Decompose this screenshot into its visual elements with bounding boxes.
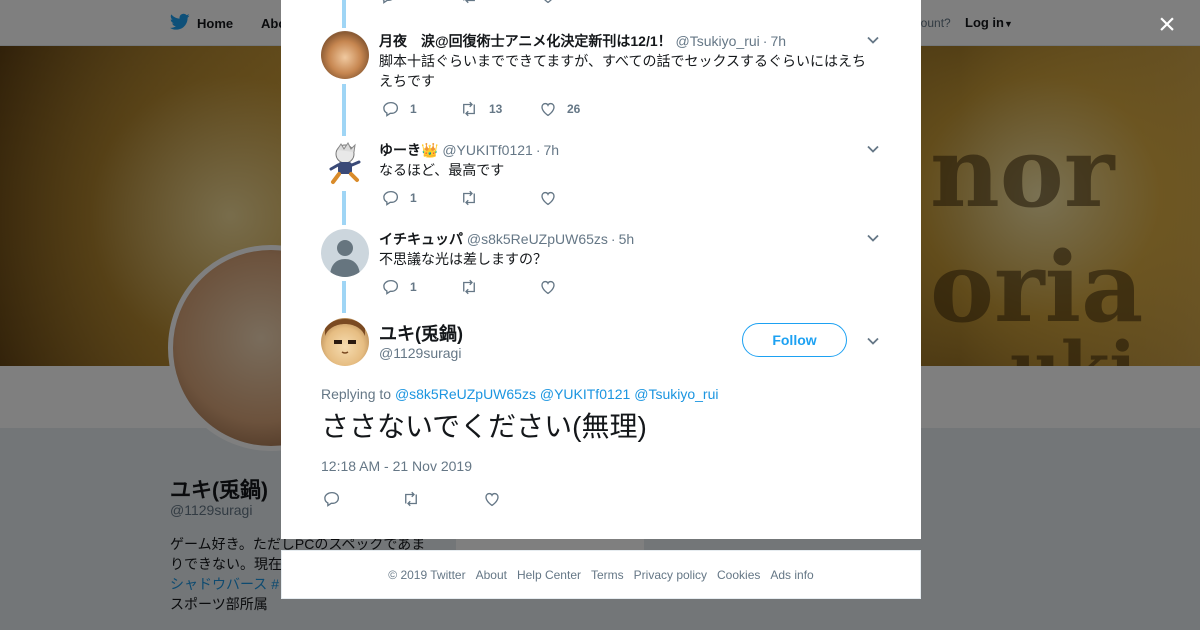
tweet-author-name[interactable]: ゆーき <box>379 142 421 158</box>
avatar[interactable] <box>321 318 369 366</box>
mention-link[interactable]: @s8k5ReUZpUW65zs <box>395 386 536 402</box>
main-tweet-timestamp[interactable]: 12:18 AM - 21 Nov 2019 <box>321 458 472 474</box>
tweet-actions: 1 13 26 <box>379 99 679 119</box>
heart-icon <box>541 191 555 206</box>
retweet-icon <box>463 101 475 117</box>
retweet-count: 13 <box>489 102 503 116</box>
retweet-button[interactable] <box>459 188 479 208</box>
separator-dot: · <box>762 33 768 49</box>
tweet-time[interactable]: 5h <box>619 231 635 247</box>
separator-dot: · <box>535 142 541 158</box>
heart-icon <box>544 0 552 4</box>
heart-icon <box>541 102 555 117</box>
tweet-author-handle[interactable]: @Tsukiyo_rui <box>676 33 760 49</box>
avatar[interactable] <box>321 31 369 79</box>
context-tweet[interactable]: 月夜 涙@回復術士アニメ化決定新刊は12/1！ @Tsukiyo_rui · 7h … <box>321 31 881 121</box>
tweet-header: イチキュッパ @s8k5ReUZpUW65zs · 5h <box>379 229 869 249</box>
retweet-icon <box>463 279 475 295</box>
reply-button[interactable]: 1 <box>382 99 417 119</box>
tweet-author-name[interactable]: イチキュッパ <box>379 231 463 247</box>
reply-button[interactable] <box>379 0 397 6</box>
heart-icon <box>485 492 499 507</box>
like-count: 26 <box>567 102 581 116</box>
tweet-header: ゆーき👑 @YUKITf0121 · 7h <box>379 140 869 160</box>
close-icon[interactable]: × <box>1152 10 1182 40</box>
tweet-header: 月夜 涙@回復術士アニメ化決定新刊は12/1！ @Tsukiyo_rui · 7h <box>379 31 869 51</box>
tweet-time[interactable]: 7h <box>543 142 559 158</box>
footer-link-ads-info[interactable]: Ads info <box>770 568 813 582</box>
tweet-text: 不思議な光は差しますの？ <box>379 251 547 267</box>
like-button[interactable] <box>539 0 557 6</box>
thread-line <box>342 0 346 28</box>
reply-count: 1 <box>410 191 417 205</box>
retweet-button[interactable] <box>459 0 479 6</box>
tweet-actions-partial <box>379 0 679 6</box>
avatar-figure <box>329 142 361 184</box>
retweet-button[interactable] <box>459 277 479 297</box>
main-tweet-author-name[interactable]: ユキ(兎鍋) <box>379 320 463 346</box>
retweet-icon <box>463 0 475 4</box>
modal-footer: © 2019 Twitter About Help Center Terms P… <box>281 550 921 599</box>
main-tweet-actions <box>323 489 623 509</box>
tweet-actions: 1 <box>379 277 679 297</box>
retweet-button[interactable]: 13 <box>459 99 502 119</box>
follow-button[interactable]: Follow <box>742 323 847 357</box>
replying-to: Replying to @s8k5ReUZpUW65zs @YUKITf0121… <box>321 386 718 402</box>
avatar[interactable] <box>321 140 369 188</box>
context-tweet[interactable]: ゆーき👑 @YUKITf0121 · 7h なるほど、最高です 1 <box>321 140 881 210</box>
footer-link-cookies[interactable]: Cookies <box>717 568 760 582</box>
reply-icon <box>383 101 399 117</box>
reply-count: 1 <box>410 280 417 294</box>
reply-button[interactable] <box>323 489 341 509</box>
main-tweet-text: ささないでください(無理) <box>321 411 647 442</box>
heart-icon <box>541 280 555 295</box>
retweet-icon <box>405 491 417 507</box>
crown-icon: 👑 <box>421 142 439 158</box>
reply-icon <box>383 190 399 206</box>
default-avatar[interactable] <box>321 229 369 277</box>
tweet-author-handle[interactable]: @s8k5ReUZpUW65zs <box>467 231 608 247</box>
reply-icon <box>383 279 399 295</box>
tweet-author-name[interactable]: 月夜 涙@回復術士アニメ化決定新刊は12/1！ <box>379 33 672 49</box>
footer-link-help-center[interactable]: Help Center <box>517 568 581 582</box>
tweet-text: 脚本十話ぐらいまでできてますが、すべての話でセックスするぐらいにはえちえちです <box>379 53 867 89</box>
mention-link[interactable]: @YUKITf0121 <box>540 386 630 402</box>
mention-link[interactable]: @Tsukiyo_rui <box>634 386 718 402</box>
reply-icon <box>382 0 393 4</box>
like-button[interactable]: 26 <box>539 99 580 119</box>
main-tweet-author-handle[interactable]: @1129suragi <box>379 345 461 361</box>
tweet-text: なるほど、最高です <box>379 162 505 178</box>
tweet-actions: 1 <box>379 188 679 208</box>
avatar-face <box>325 319 365 354</box>
default-avatar-icon <box>330 240 360 277</box>
chevron-down-icon[interactable] <box>866 334 880 348</box>
tweet-author-handle[interactable]: @YUKITf0121 <box>442 142 532 158</box>
footer-link-privacy[interactable]: Privacy policy <box>634 568 707 582</box>
reply-icon <box>324 491 340 507</box>
like-button[interactable] <box>483 489 501 509</box>
context-tweet[interactable]: イチキュッパ @s8k5ReUZpUW65zs · 5h 不思議な光は差しますの？ … <box>321 229 881 299</box>
footer-link-about[interactable]: About <box>476 568 507 582</box>
separator-dot: · <box>610 231 616 247</box>
like-button[interactable] <box>539 277 557 297</box>
reply-count: 1 <box>410 102 417 116</box>
reply-button[interactable]: 1 <box>382 277 417 297</box>
tweet-time[interactable]: 7h <box>770 33 786 49</box>
copyright: © 2019 Twitter <box>388 567 466 582</box>
reply-button[interactable]: 1 <box>382 188 417 208</box>
chevron-down-icon[interactable] <box>866 33 880 47</box>
footer-link-terms[interactable]: Terms <box>591 568 624 582</box>
retweet-icon <box>463 190 475 206</box>
retweet-button[interactable] <box>401 489 421 509</box>
like-button[interactable] <box>539 188 557 208</box>
tweet-permalink-modal: 月夜 涙@回復術士アニメ化決定新刊は12/1！ @Tsukiyo_rui · 7h … <box>281 0 921 539</box>
replying-to-label: Replying to <box>321 386 392 402</box>
chevron-down-icon[interactable] <box>866 142 880 156</box>
chevron-down-icon[interactable] <box>866 231 880 245</box>
